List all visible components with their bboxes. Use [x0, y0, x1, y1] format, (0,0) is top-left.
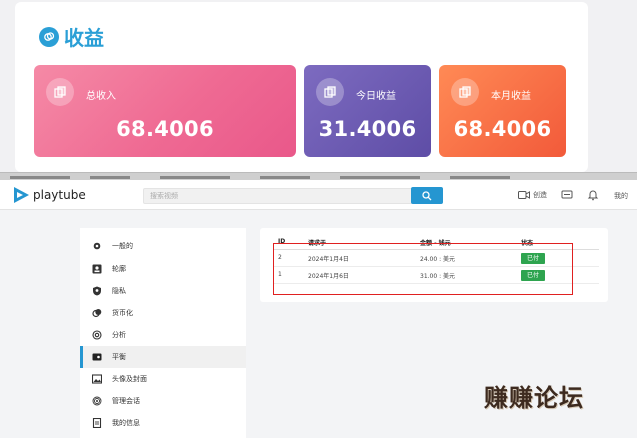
video-camera-icon: [518, 191, 530, 199]
taskbar-strip: [0, 172, 637, 180]
search-placeholder: 搜索视频: [150, 192, 178, 200]
copy-icon: [316, 78, 344, 106]
wallet-icon: [92, 352, 102, 362]
highlight-annotation-box: [273, 243, 573, 295]
sidebar-item-balance[interactable]: 平衡: [80, 346, 246, 368]
sidebar-item-general[interactable]: 一般的: [80, 235, 246, 257]
bell-icon[interactable]: [587, 189, 599, 201]
month-income-value: 68.4006: [453, 117, 552, 141]
sidebar-item-profile[interactable]: 轮廓: [80, 258, 246, 280]
copy-icon: [46, 78, 74, 106]
total-income-label: 总收入: [86, 91, 116, 102]
settings-sidebar: 一般的 轮廓 隐私 货币化 分析 平衡 头像及封面 管理会话 我的信息: [80, 228, 246, 438]
sidebar-item-label: 货币化: [112, 309, 133, 317]
sidebar-item-privacy[interactable]: 隐私: [80, 280, 246, 302]
gear-icon: [92, 241, 102, 251]
earnings-section: 收益 总收入 68.4006 今日收益 31.4006 本月收益 68.4006: [0, 0, 637, 172]
play-logo-icon: [14, 187, 29, 203]
month-income-label: 本月收益: [491, 91, 531, 102]
document-icon: [92, 418, 102, 428]
sidebar-item-monetization[interactable]: 货币化: [80, 302, 246, 324]
search-icon: [422, 190, 432, 200]
sidebar-item-label: 轮廓: [112, 265, 126, 273]
copy-icon: [451, 78, 479, 106]
at-icon: [92, 330, 102, 340]
sidebar-item-my-info[interactable]: 我的信息: [80, 412, 246, 434]
watermark: 赚赚论坛: [484, 383, 584, 412]
coins-icon: [39, 26, 59, 47]
sidebar-item-label: 一般的: [112, 242, 133, 250]
earnings-title: 收益: [64, 26, 104, 50]
search-input[interactable]: 搜索视频: [143, 188, 413, 204]
upload-label: 创造: [533, 191, 547, 199]
total-income-value: 68.4006: [116, 117, 214, 141]
playtube-logo[interactable]: playtube: [12, 186, 86, 204]
earnings-header: 收益: [39, 22, 104, 51]
sidebar-item-label: 分析: [112, 331, 126, 339]
profile-icon: [92, 264, 102, 274]
image-icon: [92, 374, 102, 384]
sidebar-item-label: 管理会话: [112, 397, 140, 405]
sidebar-item-label: 隐私: [112, 287, 126, 295]
sidebar-item-analytics[interactable]: 分析: [80, 324, 246, 346]
search-button[interactable]: [411, 187, 443, 204]
today-income-card: 今日收益 31.4006: [304, 65, 431, 157]
message-icon[interactable]: [561, 189, 573, 201]
today-income-value: 31.4006: [318, 117, 417, 141]
sidebar-item-label: 平衡: [112, 353, 126, 361]
sidebar-item-label: 头像及封面: [112, 375, 147, 383]
total-income-card: 总收入 68.4006: [34, 65, 296, 157]
today-income-label: 今日收益: [356, 91, 396, 102]
fingerprint-icon: [92, 396, 102, 406]
sidebar-item-avatar-cover[interactable]: 头像及封面: [80, 368, 246, 390]
month-income-card: 本月收益 68.4006: [439, 65, 566, 157]
shield-icon: [92, 286, 102, 296]
playtube-header: playtube 搜索视频 创造 我的: [0, 180, 637, 210]
logo-text: playtube: [33, 188, 86, 202]
coins-icon: [92, 308, 102, 318]
user-menu[interactable]: 我的: [614, 191, 628, 201]
sidebar-item-sessions[interactable]: 管理会话: [80, 390, 246, 412]
upload-button[interactable]: 创造: [518, 190, 547, 200]
sidebar-item-label: 我的信息: [112, 419, 140, 427]
